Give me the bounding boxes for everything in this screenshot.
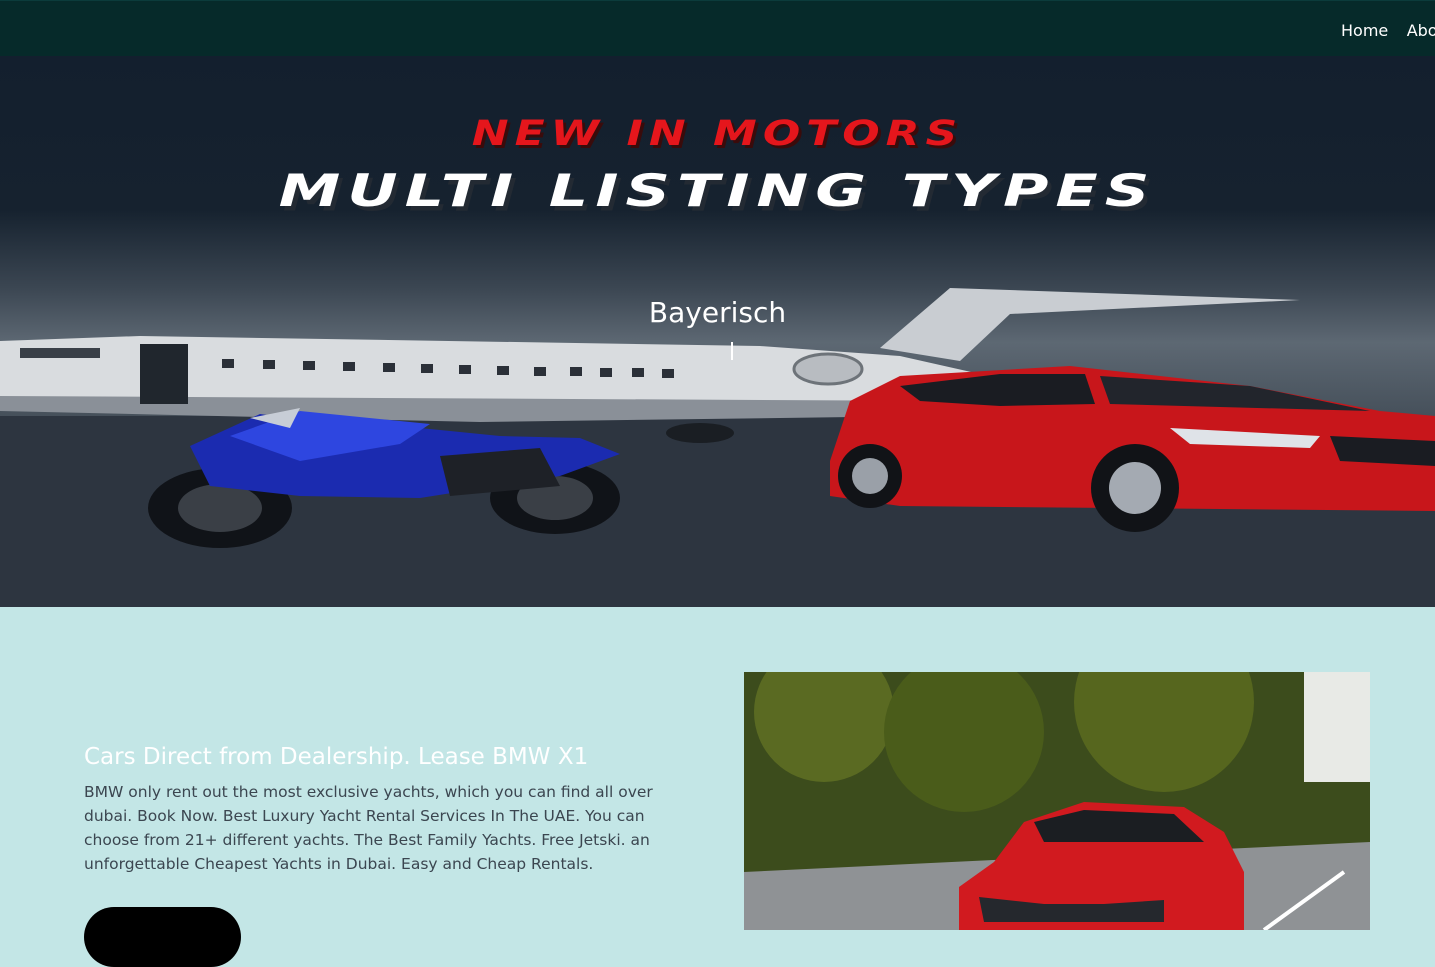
red-car-photo [744,672,1370,930]
hero-typed-text: Bayerisch [648,296,787,329]
cta-button[interactable] [84,907,241,967]
typing-cursor [731,342,733,360]
red-car-illustration [744,672,1370,930]
nav-about-link[interactable]: About [1407,21,1435,40]
section-description: BMW only rent out the most exclusive yac… [84,783,653,873]
main-nav: Home About [1341,21,1435,41]
top-navbar: Home About [0,0,1435,56]
nav-home-link[interactable]: Home [1341,21,1388,40]
hero-banner: NEW IN MOTORS MULTI LISTING TYPES Bayeri… [0,56,1435,607]
hero-title-white: MULTI LISTING TYPES [278,164,1157,217]
hero-title-red: NEW IN MOTORS [471,113,964,154]
section-heading: Cars Direct from Dealership. Lease BMW X… [84,744,589,770]
